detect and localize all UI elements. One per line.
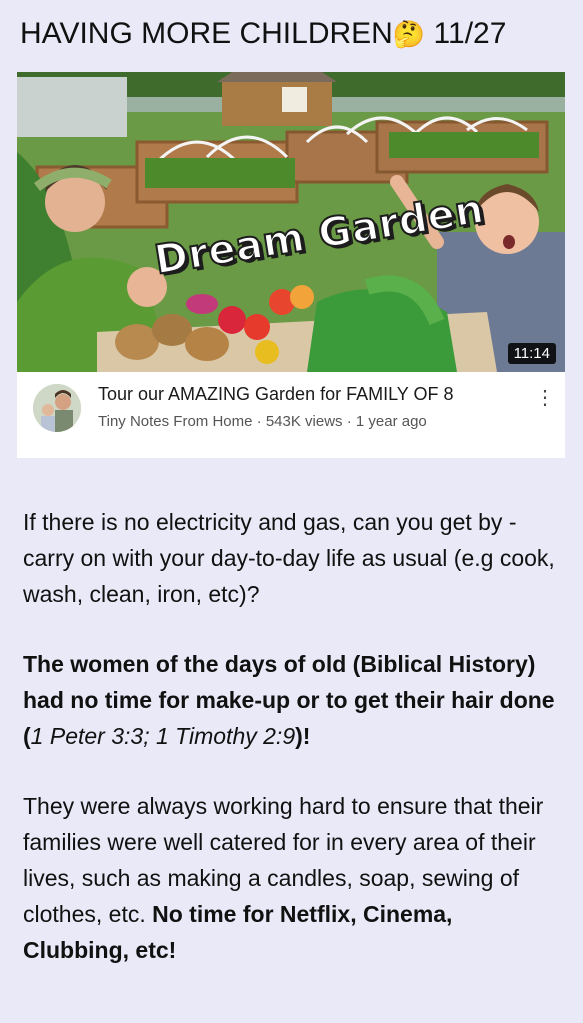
video-subtitle: Tiny Notes From Home · 543K views · 1 ye… [98, 413, 427, 430]
title-text: HAVING MORE CHILDREN [20, 17, 393, 50]
paragraph-2-end: )! [295, 723, 311, 749]
page-title: HAVING MORE CHILDREN🤔 11/27 [20, 14, 506, 54]
more-vertical-icon[interactable]: ⋮ [535, 385, 555, 411]
separator: · [342, 413, 356, 430]
paragraph-1: If there is no electricity and gas, can … [23, 509, 555, 607]
video-thumbnail[interactable]: Dream Garden 11:14 [17, 72, 565, 372]
video-meta: Tour our AMAZING Garden for FAMILY OF 8 … [17, 372, 565, 458]
page-counter: 11/27 [433, 17, 507, 50]
avatar-image [33, 384, 81, 432]
article-body: If there is no electricity and gas, can … [23, 504, 563, 1002]
separator: · [252, 413, 266, 430]
view-count: 543K views [265, 413, 343, 430]
video-duration-badge: 11:14 [507, 343, 556, 364]
video-title[interactable]: Tour our AMAZING Garden for FAMILY OF 8 [98, 384, 453, 405]
paragraph-3: They were always working hard to ensure … [23, 788, 563, 968]
paragraph-2: The women of the days of old (Biblical H… [23, 646, 563, 754]
upload-age: 1 year ago [355, 413, 427, 430]
channel-name[interactable]: Tiny Notes From Home [98, 413, 252, 430]
thinking-face-icon: 🤔 [392, 19, 426, 49]
channel-avatar[interactable] [33, 384, 81, 432]
video-card[interactable]: Dream Garden 11:14 Tour our AMAZING Gard… [17, 72, 565, 458]
bible-reference: 1 Peter 3:3; 1 Timothy 2:9 [30, 723, 296, 749]
